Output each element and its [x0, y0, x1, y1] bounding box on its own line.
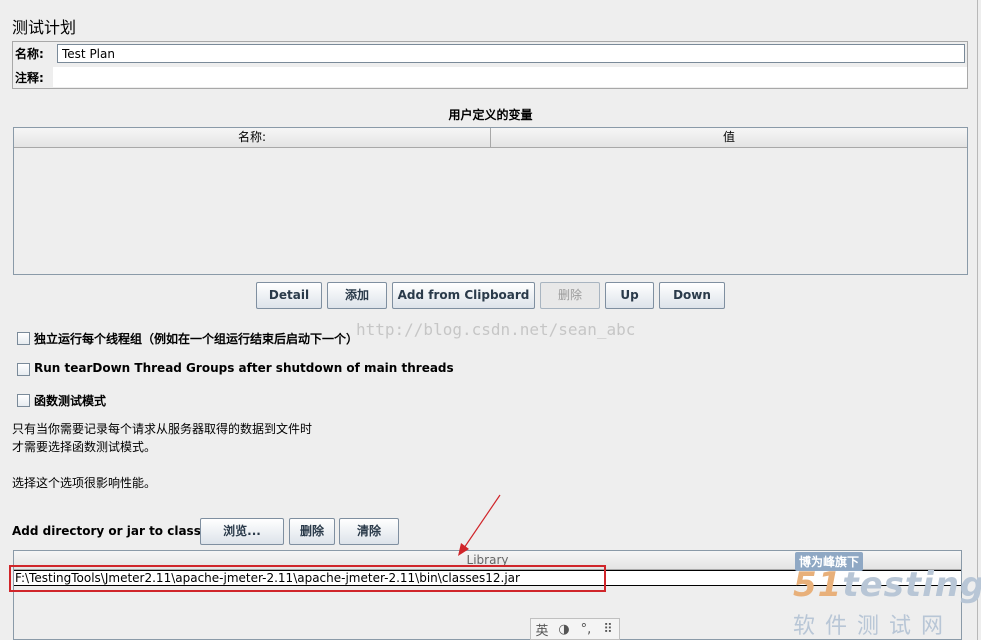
ime-toolbar[interactable]: 英 ◑ °, ⠿ [530, 618, 620, 640]
51testing-logo: 博为峰旗下 51testing 软件测试网 [791, 550, 981, 640]
logo-brand: 51testing [793, 565, 981, 605]
ime-punctuation-icon[interactable]: °, [575, 622, 597, 637]
logo-subtitle: 软件测试网 [793, 614, 954, 639]
ime-moon-icon[interactable]: ◑ [553, 622, 575, 637]
annotation-arrow [458, 494, 501, 556]
ime-language-icon[interactable]: 英 [531, 620, 553, 639]
ime-keyboard-icon[interactable]: ⠿ [597, 622, 619, 637]
test-plan-panel: 测试计划 名称: 注释: 用户定义的变量 名称: 值 Detail 添加 Add… [0, 0, 981, 640]
